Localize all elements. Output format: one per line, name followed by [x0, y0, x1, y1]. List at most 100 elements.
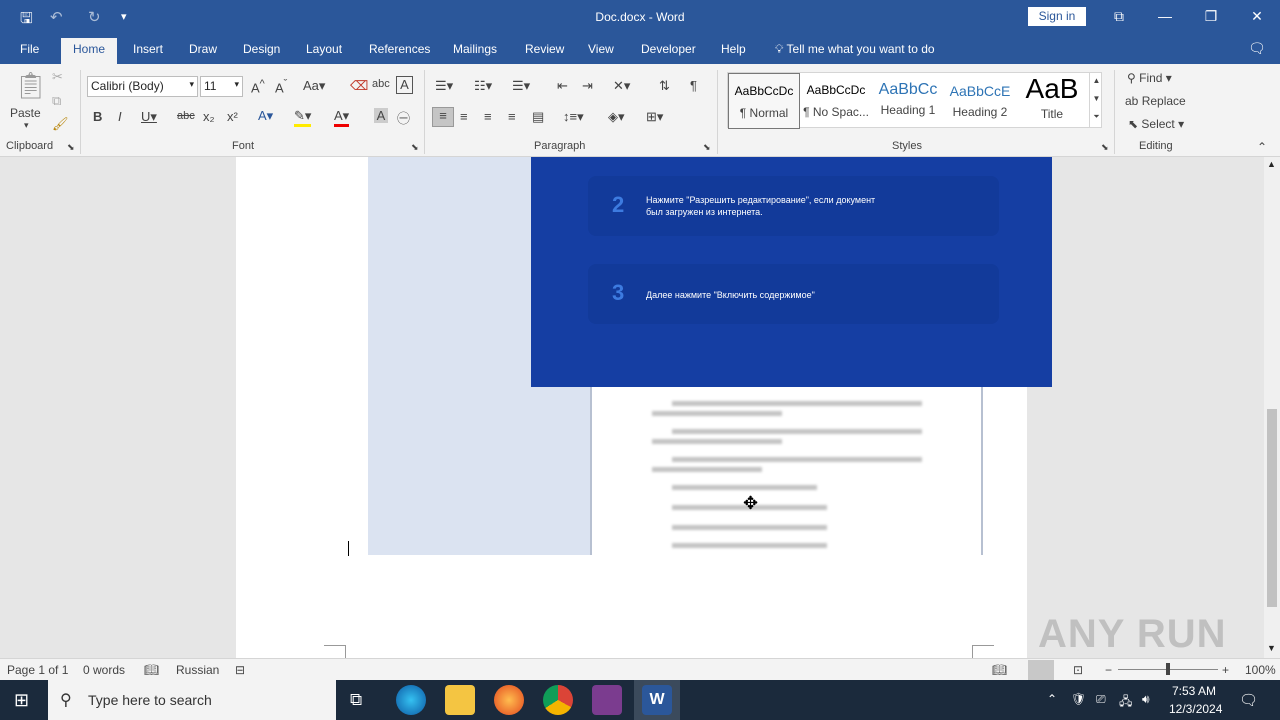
superscript-icon[interactable]: x²	[227, 109, 238, 124]
task-view-icon[interactable]: ⧉	[350, 690, 362, 710]
collapse-ribbon-icon[interactable]: ⌃	[1257, 140, 1267, 154]
zoom-level[interactable]: 100%	[1245, 663, 1276, 677]
defender-icon[interactable]: 🛡︎	[1071, 692, 1086, 706]
bullets-icon[interactable]: ☰▾	[435, 78, 453, 94]
numbering-icon[interactable]: ☷▾	[474, 78, 492, 94]
paste-dropdown-icon[interactable]: ▾	[24, 120, 29, 131]
tab-design[interactable]: Design	[243, 42, 280, 56]
align-left-icon[interactable]: ≡	[432, 107, 454, 127]
font-name-select[interactable]: Calibri (Body) ▾	[87, 76, 198, 97]
chrome-icon[interactable]	[543, 685, 573, 715]
multilevel-list-icon[interactable]: ☰▾	[512, 78, 530, 94]
volume-icon[interactable]: 🔊︎	[1142, 692, 1150, 707]
paste-button[interactable]: Paste	[10, 106, 41, 120]
text-effects-icon[interactable]: A▾	[258, 108, 273, 124]
macro-record-icon[interactable]: ⊟	[235, 663, 245, 677]
scroll-thumb[interactable]	[1267, 409, 1277, 607]
tell-me-search[interactable]: 💡︎ Tell me what you want to do	[775, 42, 935, 57]
highlight-color-icon[interactable]: ✎▾	[294, 108, 312, 127]
cut-icon[interactable]: ✂	[52, 69, 63, 85]
format-painter-icon[interactable]: 🖌︎	[52, 116, 69, 132]
embedded-image[interactable]: 2 Нажмите "Разрешить редактирование", ес…	[368, 157, 1052, 555]
tab-references[interactable]: References	[369, 42, 430, 56]
tab-draw[interactable]: Draw	[189, 42, 217, 56]
increase-indent-icon[interactable]: ⇥	[582, 78, 593, 94]
tab-file[interactable]: File	[20, 42, 39, 56]
select-button[interactable]: ⬉ Select ▾	[1128, 117, 1184, 131]
font-color-icon[interactable]: A▾	[334, 108, 350, 127]
zoom-out-icon[interactable]: −	[1105, 663, 1112, 677]
firefox-icon[interactable]	[494, 685, 524, 715]
style-normal[interactable]: AaBbCcDc ¶ Normal	[728, 73, 800, 129]
style-no-spacing[interactable]: AaBbCcDc ¶ No Spac...	[800, 73, 872, 129]
tab-mailings[interactable]: Mailings	[453, 42, 497, 56]
winrar-icon[interactable]	[592, 685, 622, 715]
proofing-icon[interactable]: 📖︎	[144, 663, 159, 677]
restore-button[interactable]: ❐	[1188, 0, 1234, 32]
styles-launcher-icon[interactable]: ⬊	[1101, 142, 1109, 153]
tab-review[interactable]: Review	[525, 42, 564, 56]
vertical-scrollbar[interactable]: ▲ ▼	[1264, 157, 1280, 658]
tab-developer[interactable]: Developer	[641, 42, 696, 56]
tab-home[interactable]: Home	[61, 38, 118, 64]
replace-button[interactable]: ab Replace	[1125, 94, 1186, 108]
read-mode-icon[interactable]: 📖︎	[992, 663, 1007, 677]
font-size-select[interactable]: 11 ▾	[200, 76, 243, 97]
clipboard-launcher-icon[interactable]: ⬊	[67, 142, 75, 153]
zoom-slider-thumb[interactable]	[1166, 663, 1170, 675]
shrink-font-icon[interactable]: Aˇ	[275, 78, 287, 95]
scroll-up-icon[interactable]: ▲	[1267, 159, 1276, 169]
character-border-icon[interactable]: A	[396, 76, 413, 94]
phonetic-guide-icon[interactable]: abc	[372, 78, 390, 90]
tab-help[interactable]: Help	[721, 42, 746, 56]
page-count[interactable]: Page 1 of 1	[7, 663, 68, 677]
font-launcher-icon[interactable]: ⬊	[411, 142, 419, 153]
clear-formatting-icon[interactable]: ⌫	[350, 78, 368, 94]
network-icon[interactable]: 🖧	[1119, 692, 1132, 713]
taskbar-search[interactable]: ⚲ Type here to search	[48, 680, 336, 720]
paragraph-launcher-icon[interactable]: ⬊	[703, 142, 711, 153]
word-count[interactable]: 0 words	[83, 663, 125, 677]
enclose-characters-icon[interactable]: ㊀	[397, 108, 410, 127]
style-heading-2[interactable]: AaBbCcE Heading 2	[944, 73, 1016, 129]
clock-time[interactable]: 7:53 AM	[1172, 684, 1216, 698]
tab-insert[interactable]: Insert	[133, 42, 163, 56]
comments-icon[interactable]: 🗨	[1248, 40, 1266, 57]
style-title[interactable]: AaB Title	[1016, 73, 1088, 129]
underline-icon[interactable]: U▾	[141, 109, 157, 125]
find-button[interactable]: ⚲ Find ▾	[1127, 71, 1172, 85]
subscript-icon[interactable]: x₂	[203, 109, 215, 124]
style-heading-1[interactable]: AaBbCc Heading 1	[872, 73, 944, 129]
change-case-icon[interactable]: Aa▾	[303, 78, 325, 94]
ribbon-display-options-icon[interactable]: ⧉	[1096, 0, 1142, 32]
zoom-in-icon[interactable]: +	[1222, 663, 1229, 677]
italic-icon[interactable]: I	[118, 109, 122, 124]
print-layout-icon[interactable]	[1028, 660, 1054, 680]
edge-icon[interactable]	[396, 685, 426, 715]
language[interactable]: Russian	[176, 663, 219, 677]
bold-icon[interactable]: B	[93, 109, 102, 124]
clock-date[interactable]: 12/3/2024	[1169, 702, 1222, 716]
borders-icon[interactable]: ⊞▾	[646, 109, 663, 125]
scroll-down-icon[interactable]: ▼	[1267, 643, 1276, 653]
notifications-icon[interactable]: 🗨	[1239, 691, 1258, 709]
document-page[interactable]: 2 Нажмите "Разрешить редактирование", ес…	[236, 157, 1052, 658]
minimize-button[interactable]: —	[1142, 0, 1188, 32]
tab-view[interactable]: View	[588, 42, 614, 56]
shading-icon[interactable]: ◈▾	[608, 109, 625, 125]
asian-layout-icon[interactable]: ✕▾	[613, 78, 630, 94]
align-right-icon[interactable]: ≡	[484, 109, 492, 124]
show-formatting-marks-icon[interactable]: ¶	[690, 78, 697, 93]
word-taskbar-button[interactable]: W	[634, 680, 680, 720]
styles-scroll-icon[interactable]: ▲ ▼ ⏷	[1089, 72, 1103, 128]
line-spacing-icon[interactable]: ↕≡▾	[563, 109, 584, 125]
copy-icon[interactable]: ⧉	[52, 93, 61, 109]
close-button[interactable]: ✕	[1234, 0, 1280, 32]
sign-in-button[interactable]: Sign in	[1028, 7, 1086, 26]
web-layout-icon[interactable]: ⊡	[1073, 663, 1083, 677]
strikethrough-icon[interactable]: abc	[177, 110, 195, 122]
grow-font-icon[interactable]: A^	[251, 78, 265, 95]
justify-icon[interactable]: ≡	[508, 109, 516, 124]
windows-start-icon[interactable]: ⊞	[14, 690, 29, 711]
tab-layout[interactable]: Layout	[306, 42, 342, 56]
